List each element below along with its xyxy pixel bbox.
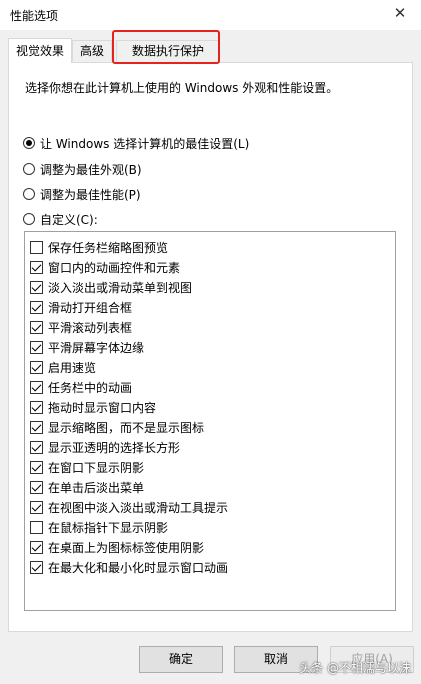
checkbox-icon (30, 440, 43, 454)
checkbox-icon (30, 420, 43, 434)
watermark: 头条 @不相濡与以沫 (299, 661, 411, 675)
close-icon[interactable]: ✕ (391, 4, 409, 22)
list-item-label: 在单击后淡出菜单 (48, 480, 145, 495)
radio-custom[interactable]: 自定义(C): (23, 211, 98, 227)
checkbox-icon (30, 300, 43, 314)
tab-visual-effects[interactable]: 视觉效果 (8, 38, 72, 63)
list-item[interactable]: 在视图中淡入淡出或滑动工具提示 (30, 497, 228, 517)
highlight-box (112, 30, 220, 64)
checkbox-icon (30, 500, 43, 514)
radio-button-icon (23, 137, 35, 149)
window-title: 性能选项 (10, 9, 59, 23)
checkbox-icon (30, 280, 43, 294)
list-item-label: 显示缩略图，而不是显示图标 (48, 420, 205, 435)
checkbox-icon (30, 520, 43, 534)
radio-button-icon (23, 163, 35, 175)
radio-let-windows-choose[interactable]: 让 Windows 选择计算机的最佳设置(L) (23, 135, 249, 151)
visual-effects-list[interactable]: 保存任务栏缩略图预览 窗口内的动画控件和元素 淡入淡出或滑动菜单到视图 滑动打开… (24, 231, 396, 611)
list-item[interactable]: 保存任务栏缩略图预览 (30, 237, 168, 257)
list-item[interactable]: 平滑滚动列表框 (30, 317, 132, 337)
radio-best-appearance[interactable]: 调整为最佳外观(B) (23, 161, 142, 177)
visual-effects-panel: 选择你想在此计算机上使用的 Windows 外观和性能设置。 让 Windows… (8, 62, 413, 632)
list-item[interactable]: 在最大化和最小化时显示窗口动画 (30, 557, 228, 577)
list-item[interactable]: 显示缩略图，而不是显示图标 (30, 417, 204, 437)
radio-button-icon (23, 213, 35, 225)
list-item-label: 启用速览 (48, 360, 97, 375)
list-item[interactable]: 显示亚透明的选择长方形 (30, 437, 180, 457)
list-item-label: 在鼠标指针下显示阴影 (48, 520, 169, 535)
list-item-label: 窗口内的动画控件和元素 (48, 260, 181, 275)
ok-button[interactable]: 确定 (139, 646, 223, 673)
tab-advanced[interactable]: 高级 (72, 40, 112, 61)
list-item-label: 显示亚透明的选择长方形 (48, 440, 181, 455)
list-item-label: 在最大化和最小化时显示窗口动画 (48, 560, 229, 575)
checkbox-icon (30, 540, 43, 554)
list-item-label: 在视图中淡入淡出或滑动工具提示 (48, 500, 229, 515)
list-item[interactable]: 淡入淡出或滑动菜单到视图 (30, 277, 192, 297)
list-item[interactable]: 在桌面上为图标标签使用阴影 (30, 537, 204, 557)
list-item-label: 拖动时显示窗口内容 (48, 400, 157, 415)
description-text: 选择你想在此计算机上使用的 Windows 外观和性能设置。 (25, 81, 339, 95)
radio-label: 调整为最佳外观(B) (40, 162, 142, 177)
checkbox-icon (30, 240, 43, 254)
checkbox-icon (30, 340, 43, 354)
list-item[interactable]: 平滑屏幕字体边缘 (30, 337, 144, 357)
checkbox-icon (30, 560, 43, 574)
list-item[interactable]: 任务栏中的动画 (30, 377, 132, 397)
checkbox-icon (30, 460, 43, 474)
list-item-label: 平滑滚动列表框 (48, 320, 133, 335)
checkbox-icon (30, 360, 43, 374)
list-item-label: 保存任务栏缩略图预览 (48, 240, 169, 255)
radio-best-performance[interactable]: 调整为最佳性能(P) (23, 186, 141, 202)
checkbox-icon (30, 480, 43, 494)
list-item[interactable]: 在鼠标指针下显示阴影 (30, 517, 168, 537)
list-item-label: 任务栏中的动画 (48, 380, 133, 395)
radio-label: 让 Windows 选择计算机的最佳设置(L) (40, 136, 250, 151)
list-item[interactable]: 启用速览 (30, 357, 96, 377)
list-item-label: 滑动打开组合框 (48, 300, 133, 315)
radio-button-icon (23, 188, 35, 200)
list-item[interactable]: 在单击后淡出菜单 (30, 477, 144, 497)
list-item[interactable]: 在窗口下显示阴影 (30, 457, 144, 477)
title-bar: 性能选项 ✕ (0, 0, 421, 30)
list-item-label: 在桌面上为图标标签使用阴影 (48, 540, 205, 555)
list-item[interactable]: 滑动打开组合框 (30, 297, 132, 317)
checkbox-icon (30, 380, 43, 394)
checkbox-icon (30, 320, 43, 334)
radio-label: 自定义(C): (40, 212, 98, 227)
list-item-label: 在窗口下显示阴影 (48, 460, 145, 475)
list-item[interactable]: 拖动时显示窗口内容 (30, 397, 156, 417)
radio-label: 调整为最佳性能(P) (40, 187, 141, 202)
list-item[interactable]: 窗口内的动画控件和元素 (30, 257, 180, 277)
checkbox-icon (30, 400, 43, 414)
list-item-label: 平滑屏幕字体边缘 (48, 340, 145, 355)
checkbox-icon (30, 260, 43, 274)
list-item-label: 淡入淡出或滑动菜单到视图 (48, 280, 193, 295)
